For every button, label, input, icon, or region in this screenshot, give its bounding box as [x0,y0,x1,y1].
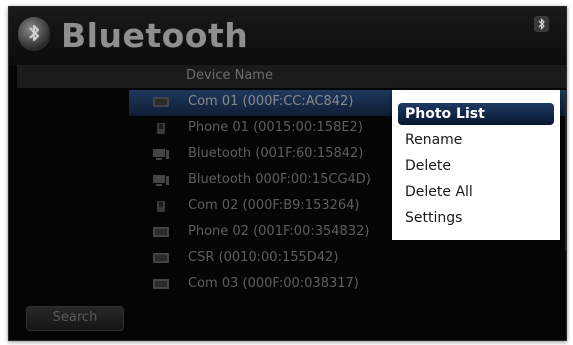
context-menu: Photo List Rename Delete Delete All Sett… [392,90,560,240]
device-name: Phone 02 (001F:00:354832) [188,224,370,239]
menu-item-photo-list[interactable]: Photo List [398,103,554,125]
monitor-icon [153,227,169,237]
computer-icon [153,149,169,160]
device-name: Com 01 (000F:CC:AC842) [188,94,354,109]
menu-item-delete-all[interactable]: Delete All [398,181,554,203]
menu-item-delete[interactable]: Delete [398,155,554,177]
monitor-icon [153,97,169,107]
computer-icon [153,175,169,186]
search-button[interactable]: Search [26,306,124,331]
device-name: Bluetooth 000F:00:15CG4D) [188,172,371,187]
bluetooth-logo-icon [18,17,50,51]
phone-icon [157,201,165,212]
device-row[interactable]: CSR (0010:00:155D42) [129,246,566,272]
device-list-header: Device Name [17,65,566,88]
device-name: Com 02 (000F:B9:153264) [188,198,360,213]
device-name: Bluetooth (001F:60:15842) [188,146,364,161]
menu-item-settings[interactable]: Settings [398,207,554,229]
phone-icon [157,123,165,134]
device-name: Com 03 (000F:00:038317) [188,276,359,291]
monitor-icon [153,279,169,289]
menu-item-rename[interactable]: Rename [398,129,554,151]
title-bar: Bluetooth [9,7,566,65]
device-name: CSR (0010:00:155D42) [188,250,339,265]
window-title: Bluetooth [61,16,249,55]
monitor-icon [153,253,169,263]
column-header-device-name: Device Name [186,68,273,83]
device-name: Phone 01 (0015:00:158E2) [188,120,363,135]
bluetooth-status-icon [534,16,549,32]
scrollbar[interactable] [565,103,566,251]
device-row[interactable]: Com 03 (000F:00:038317) [129,272,566,298]
